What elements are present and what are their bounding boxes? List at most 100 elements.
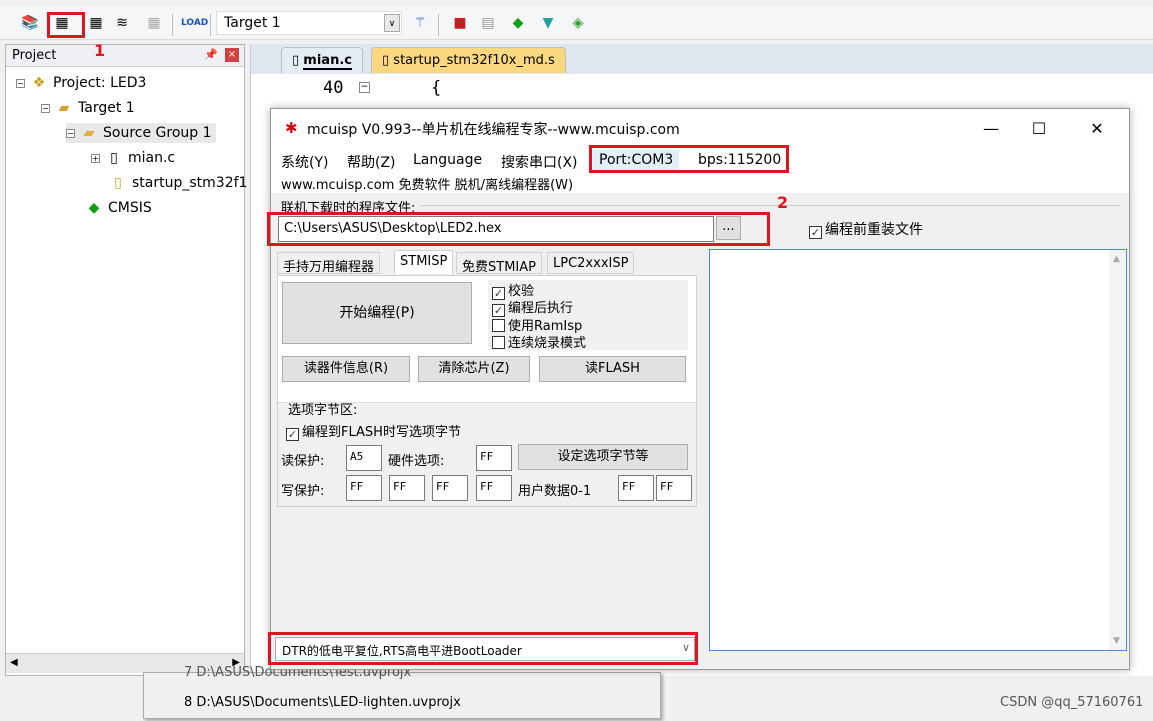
- write-protect-input[interactable]: FF: [389, 475, 425, 501]
- read-device-info-button[interactable]: 读器件信息(R): [282, 356, 410, 382]
- log-output-area[interactable]: ▲ ▼: [709, 249, 1127, 651]
- collapse-icon[interactable]: −: [66, 128, 75, 138]
- project-panel-title: Project: [12, 48, 57, 63]
- project-icon: ❖: [32, 75, 46, 91]
- download-load-icon[interactable]: LOAD: [181, 14, 208, 32]
- dialog-titlebar: ✱ mcuisp V0.993--单片机在线编程专家--www.mcuisp.c…: [271, 109, 1129, 149]
- options-wand-icon[interactable]: ⚚: [410, 14, 430, 32]
- hw-option-input[interactable]: FF: [476, 445, 512, 471]
- checkbox-checked-icon: ✓: [286, 428, 299, 441]
- write-protect-label: 写保护:: [281, 484, 325, 499]
- tree-item-cmsis[interactable]: ◆ CMSIS: [86, 198, 152, 218]
- manage-runtime-icon[interactable]: ◈: [568, 14, 588, 32]
- close-icon[interactable]: ×: [225, 48, 239, 62]
- rebuild-icon[interactable]: ▦: [86, 14, 106, 32]
- tree-item-label: startup_stm32f1: [132, 175, 248, 191]
- checkbox-label: 编程到FLASH时写选项字节: [302, 425, 461, 440]
- chevron-down-icon[interactable]: ∨: [384, 14, 400, 32]
- checkbox-unchecked-icon: [492, 336, 505, 349]
- user-data-input[interactable]: FF: [656, 475, 692, 501]
- stmisp-panel: 开始编程(P) ✓ 校验 ✓ 编程后执行 使用RamIsp 连续烧录模式 读器件信息…: [277, 275, 697, 507]
- continuous-mode-checkbox[interactable]: 连续烧录模式: [492, 332, 586, 351]
- funnel-icon[interactable]: ▼: [538, 14, 558, 32]
- translate-icon[interactable]: 📚: [20, 14, 40, 32]
- tree-item-startup[interactable]: ▯ startup_stm32f1: [110, 173, 247, 193]
- recent-projects-menu: 7 D:\ASUS\Documents\Test.uvprojx 8 D:\AS…: [143, 665, 661, 719]
- tab-lpc2xxxisp[interactable]: LPC2xxxISP: [547, 252, 635, 274]
- erase-chip-button[interactable]: 清除芯片(Z): [418, 356, 530, 382]
- tree-item-label: CMSIS: [108, 200, 152, 216]
- tree-item-target[interactable]: − ▰ Target 1: [41, 98, 135, 118]
- menu-help[interactable]: 帮助(Z): [347, 152, 396, 172]
- tab-startup[interactable]: ▯ startup_stm32f10x_md.s: [371, 47, 566, 73]
- read-protect-label: 读保护:: [281, 454, 325, 469]
- checkbox-unchecked-icon: [492, 319, 505, 332]
- tab-mian-c[interactable]: ▯ mian.c: [281, 47, 363, 73]
- menu-offline-programmer[interactable]: www.mcuisp.com 免费软件 脱机/离线编程器(W): [281, 174, 573, 193]
- menu-language[interactable]: Language: [413, 152, 482, 168]
- annotation-label-1: 1: [94, 41, 106, 60]
- editor-tab-strip: ▯ mian.c ▯ startup_stm32f10x_md.s: [251, 44, 1153, 74]
- menu-system[interactable]: 系统(Y): [281, 152, 328, 172]
- separator: [210, 14, 211, 36]
- collapse-icon[interactable]: −: [41, 103, 50, 113]
- manage-components-icon[interactable]: ■: [450, 14, 470, 32]
- stop-build-icon[interactable]: ▦: [144, 14, 164, 32]
- tab-handheld-programmer[interactable]: 手持万用编程器: [277, 252, 381, 275]
- tree-item-label: Project: LED3: [53, 75, 147, 91]
- highlight-box-port: [589, 145, 789, 173]
- recent-item[interactable]: 8 D:\ASUS\Documents\LED-lighten.uvprojx: [184, 695, 461, 710]
- tab-label: mian.c: [303, 53, 352, 70]
- target-select-value: Target 1: [224, 15, 281, 31]
- select-packs-icon[interactable]: ◆: [508, 14, 528, 32]
- tree-item-source-group[interactable]: − ▰ Source Group 1: [66, 123, 216, 143]
- reload-before-program-checkbox[interactable]: ✓ 编程前重装文件: [809, 219, 923, 239]
- close-button[interactable]: ✕: [1075, 115, 1119, 143]
- run-after-program-checkbox[interactable]: ✓ 编程后执行: [492, 297, 573, 317]
- scroll-left-icon[interactable]: ◀: [10, 657, 18, 668]
- target-folder-icon: ▰: [58, 100, 70, 116]
- write-option-bytes-checkbox[interactable]: ✓ 编程到FLASH时写选项字节: [286, 421, 461, 441]
- annotation-label-2: 2: [777, 193, 789, 212]
- tab-stmiap[interactable]: 免费STMIAP: [456, 252, 542, 275]
- scroll-down-icon[interactable]: ▼: [1113, 636, 1120, 646]
- scroll-up-icon[interactable]: ▲: [1113, 254, 1120, 264]
- set-option-bytes-button[interactable]: 设定选项字节等: [518, 444, 688, 470]
- tree-item-project[interactable]: − ❖ Project: LED3: [16, 73, 146, 93]
- mcuisp-dialog: ✱ mcuisp V0.993--单片机在线编程专家--www.mcuisp.c…: [270, 108, 1130, 670]
- write-protect-input[interactable]: FF: [476, 475, 512, 501]
- watermark: CSDN @qq_57160761: [1000, 695, 1144, 710]
- group-divider: [421, 205, 1121, 206]
- user-data-input[interactable]: FF: [618, 475, 654, 501]
- batch-build-icon[interactable]: ≋: [112, 14, 132, 32]
- dialog-title: mcuisp V0.993--单片机在线编程专家--www.mcuisp.com: [307, 122, 680, 138]
- maximize-button[interactable]: ☐: [1017, 115, 1061, 143]
- user-data-label: 用户数据0-1: [518, 484, 592, 499]
- options-checkboxes: ✓ 校验 ✓ 编程后执行 使用RamIsp 连续烧录模式: [488, 280, 688, 351]
- expand-icon[interactable]: +: [91, 153, 100, 163]
- asm-file-icon: ▯: [382, 53, 394, 68]
- toolbar: 📚 ▦ ▦ ≋ ▦ LOAD Target 1 ∨ ⚚ ■ ▤ ◆ ▼ ◈: [0, 6, 1153, 40]
- tree-item-label: Source Group 1: [103, 125, 212, 141]
- start-program-button[interactable]: 开始编程(P): [282, 282, 472, 344]
- pin-icon[interactable]: 📌: [204, 48, 218, 61]
- pack-installer-icon[interactable]: ▤: [478, 14, 498, 32]
- minimize-button[interactable]: —: [969, 115, 1013, 143]
- checkbox-label: 连续烧录模式: [508, 336, 587, 351]
- separator: [172, 14, 173, 36]
- vertical-scrollbar[interactable]: ▲ ▼: [1109, 250, 1126, 650]
- target-select[interactable]: Target 1 ∨: [216, 11, 402, 35]
- read-protect-input[interactable]: A5: [346, 445, 382, 471]
- write-protect-input[interactable]: FF: [346, 475, 382, 501]
- asm-file-icon: ▯: [114, 175, 122, 191]
- read-flash-button[interactable]: 读FLASH: [539, 356, 686, 382]
- write-protect-input[interactable]: FF: [432, 475, 468, 501]
- menu-search-port[interactable]: 搜索串口(X): [501, 152, 578, 172]
- tree-item-mian-c[interactable]: + ▯ mian.c: [91, 148, 175, 168]
- collapse-icon[interactable]: −: [16, 78, 25, 88]
- tab-stmisp[interactable]: STMISP: [394, 250, 454, 274]
- mcuisp-logo-icon: ✱: [285, 119, 298, 137]
- separator: [438, 14, 439, 36]
- fold-icon[interactable]: −: [359, 82, 370, 93]
- isp-tabs: 手持万用编程器 STMISP 免费STMIAP LPC2xxxISP: [277, 250, 697, 276]
